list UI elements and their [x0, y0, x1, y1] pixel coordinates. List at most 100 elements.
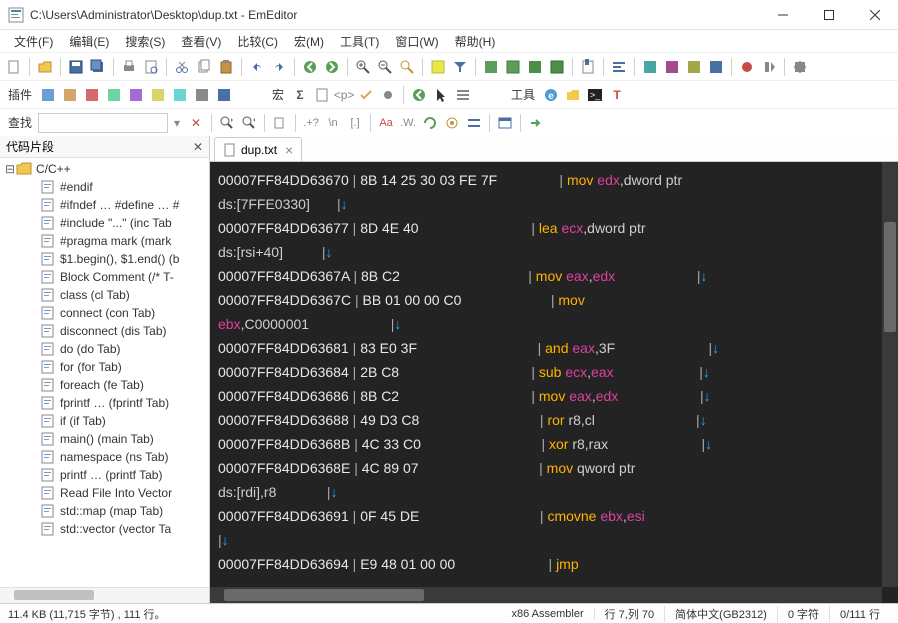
- macro-tag-icon[interactable]: <p>: [334, 85, 354, 105]
- csv2-icon[interactable]: [503, 57, 523, 77]
- editor-line[interactable]: |↓: [218, 528, 890, 552]
- csv4-icon[interactable]: [547, 57, 567, 77]
- status-enc[interactable]: 简体中文(GB2312): [665, 606, 778, 622]
- tree-item[interactable]: foreach (fe Tab): [0, 376, 209, 394]
- find-icon[interactable]: [397, 57, 417, 77]
- macro-check-icon[interactable]: [356, 85, 376, 105]
- find-prev-icon[interactable]: [217, 113, 237, 133]
- editor-line[interactable]: 00007FF84DD63691 | 0F 45 DE | cmovne ebx…: [218, 504, 890, 528]
- macro-list-icon[interactable]: [453, 85, 473, 105]
- tab-duptxt[interactable]: dup.txt ×: [214, 137, 302, 161]
- editor-line[interactable]: 00007FF84DD63694 | E9 48 01 00 00 | jmp: [218, 552, 890, 576]
- find-case-icon[interactable]: Aa: [376, 113, 396, 133]
- find-window-icon[interactable]: [495, 113, 515, 133]
- plugin-icon-3[interactable]: [82, 85, 102, 105]
- snippets-close-icon[interactable]: ✕: [193, 140, 203, 154]
- tree-item[interactable]: #include "..." (inc Tab: [0, 214, 209, 232]
- macro-cursor-icon[interactable]: [431, 85, 451, 105]
- undo-icon[interactable]: [247, 57, 267, 77]
- save-icon[interactable]: [66, 57, 86, 77]
- panel-hscroll[interactable]: [0, 587, 209, 603]
- editor-line[interactable]: 00007FF84DD6368E | 4C 89 07 | mov qword …: [218, 456, 890, 480]
- menu-macro[interactable]: 宏(M): [286, 31, 332, 52]
- tree-item[interactable]: fprintf … (fprintf Tab): [0, 394, 209, 412]
- tree-item[interactable]: $1.begin(), $1.end() (b: [0, 250, 209, 268]
- marker4-icon[interactable]: [706, 57, 726, 77]
- cut-icon[interactable]: [172, 57, 192, 77]
- find-newline-icon[interactable]: \n: [323, 113, 343, 133]
- editor-line[interactable]: 00007FF84DD63670 | 8B 14 25 30 03 FE 7F …: [218, 168, 890, 192]
- tree-item[interactable]: for (for Tab): [0, 358, 209, 376]
- collapse-icon[interactable]: ⊟: [4, 162, 16, 176]
- config-icon[interactable]: [790, 57, 810, 77]
- editor-line[interactable]: 00007FF84DD63684 | 2B C8 | sub ecx,eax |…: [218, 360, 890, 384]
- find-dropdown-icon[interactable]: ▾: [170, 116, 184, 130]
- editor-line[interactable]: ds:[7FFE0330] |↓: [218, 192, 890, 216]
- find-copy-icon[interactable]: [270, 113, 290, 133]
- marker2-icon[interactable]: [662, 57, 682, 77]
- menu-file[interactable]: 文件(F): [6, 31, 61, 52]
- back-icon[interactable]: [300, 57, 320, 77]
- tree-item[interactable]: if (if Tab): [0, 412, 209, 430]
- find-next-icon[interactable]: [239, 113, 259, 133]
- find-word-icon[interactable]: .W.: [398, 113, 418, 133]
- plugin-icon-1[interactable]: [38, 85, 58, 105]
- tree-item[interactable]: #endif: [0, 178, 209, 196]
- tree-item[interactable]: #pragma mark (mark: [0, 232, 209, 250]
- tree-root[interactable]: ⊟ C/C++: [0, 160, 209, 178]
- tool-cmd-icon[interactable]: >_: [585, 85, 605, 105]
- macro-sigma-icon[interactable]: Σ: [290, 85, 310, 105]
- menu-help[interactable]: 帮助(H): [447, 31, 504, 52]
- menu-tools[interactable]: 工具(T): [332, 31, 387, 52]
- editor-line[interactable]: 00007FF84DD63686 | 8B C2 | mov eax,edx |…: [218, 384, 890, 408]
- tree-item[interactable]: disconnect (dis Tab): [0, 322, 209, 340]
- marker1-icon[interactable]: [640, 57, 660, 77]
- play-icon[interactable]: [759, 57, 779, 77]
- zoom-in-icon[interactable]: [353, 57, 373, 77]
- forward-icon[interactable]: [322, 57, 342, 77]
- print-icon[interactable]: [119, 57, 139, 77]
- record-icon[interactable]: [737, 57, 757, 77]
- editor-vscroll[interactable]: [882, 162, 898, 587]
- editor-line[interactable]: 00007FF84DD6368B | 4C 33 C0 | xor r8,rax…: [218, 432, 890, 456]
- tree-item[interactable]: main() (main Tab): [0, 430, 209, 448]
- find-target-icon[interactable]: [442, 113, 462, 133]
- tree-item[interactable]: std::map (map Tab): [0, 502, 209, 520]
- find-close-icon[interactable]: ✕: [186, 113, 206, 133]
- csv-icon[interactable]: [481, 57, 501, 77]
- plugin-icon-6[interactable]: [148, 85, 168, 105]
- print-preview-icon[interactable]: [141, 57, 161, 77]
- paste-icon[interactable]: [216, 57, 236, 77]
- menu-compare[interactable]: 比较(C): [229, 31, 286, 52]
- find-regex-icon[interactable]: .+?: [301, 113, 321, 133]
- tool-ie-icon[interactable]: e: [541, 85, 561, 105]
- redo-icon[interactable]: [269, 57, 289, 77]
- close-button[interactable]: [852, 0, 898, 30]
- macro-go-icon[interactable]: [409, 85, 429, 105]
- tree-item[interactable]: connect (con Tab): [0, 304, 209, 322]
- find-list-icon[interactable]: [464, 113, 484, 133]
- tab-close-icon[interactable]: ×: [285, 142, 293, 158]
- menu-search[interactable]: 搜索(S): [117, 31, 173, 52]
- editor-hscroll[interactable]: [210, 587, 882, 603]
- plugin-icon-7[interactable]: [170, 85, 190, 105]
- wrap-icon[interactable]: [609, 57, 629, 77]
- editor-body[interactable]: 00007FF84DD63670 | 8B 14 25 30 03 FE 7F …: [210, 162, 898, 603]
- tree-item[interactable]: #ifndef … #define … #: [0, 196, 209, 214]
- macro-doc-icon[interactable]: [312, 85, 332, 105]
- find-input[interactable]: [38, 113, 168, 133]
- find-go-icon[interactable]: [526, 113, 546, 133]
- menu-window[interactable]: 窗口(W): [387, 31, 446, 52]
- tool-text-icon[interactable]: T: [607, 85, 627, 105]
- filter-icon[interactable]: [450, 57, 470, 77]
- copy-icon[interactable]: [194, 57, 214, 77]
- editor-line[interactable]: 00007FF84DD63677 | 8D 4E 40 | lea ecx,dw…: [218, 216, 890, 240]
- plugin-icon-2[interactable]: [60, 85, 80, 105]
- maximize-button[interactable]: [806, 0, 852, 30]
- minimize-button[interactable]: [760, 0, 806, 30]
- marker3-icon[interactable]: [684, 57, 704, 77]
- plugin-icon-5[interactable]: [126, 85, 146, 105]
- open-icon[interactable]: [35, 57, 55, 77]
- csv3-icon[interactable]: [525, 57, 545, 77]
- tree-item[interactable]: Read File Into Vector: [0, 484, 209, 502]
